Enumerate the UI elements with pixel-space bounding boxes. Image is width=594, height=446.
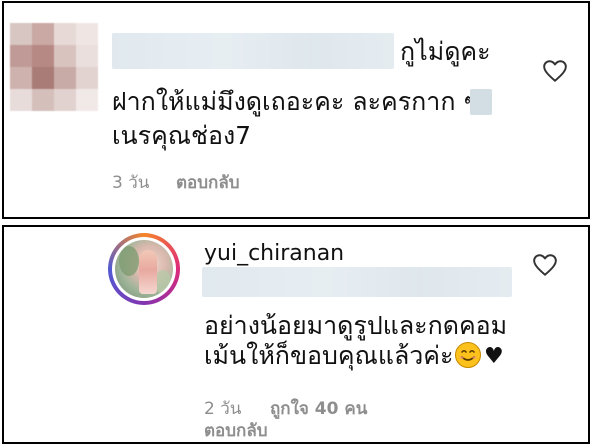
avatar-blurred[interactable] (10, 23, 98, 111)
comment-card-1: กูไม่ดูคะ ฝากให้แม่มึงดูเถอะคะ ละครกาก ๆ… (2, 1, 590, 219)
comment-text-line-2: เนรคุณช่อง7 (112, 121, 252, 150)
black-heart-icon: ♥ (484, 344, 504, 369)
comment-username[interactable]: yui_chiranan (204, 239, 344, 269)
screenshot-frame: กูไม่ดูคะ ฝากให้แม่มึงดูเถอะคะ ละครกาก ๆ… (0, 0, 594, 446)
username-redacted[interactable] (112, 33, 394, 69)
redacted-fragment (470, 89, 492, 115)
reply-button[interactable]: ตอบกลับ (204, 421, 268, 441)
avatar (115, 240, 173, 298)
heart-outline-icon[interactable] (532, 253, 558, 277)
heart-outline-icon[interactable] (542, 59, 568, 83)
avatar-story-ring[interactable] (108, 233, 180, 305)
comment-text-line-2: เม้นให้ก็ขอบคุณแล้วค่ะ (204, 341, 454, 370)
likes-count[interactable]: ถูกใจ 40 คน (270, 399, 367, 419)
mention-redacted[interactable] (202, 267, 512, 297)
comment-timestamp: 2 วัน (204, 399, 242, 419)
comment-timestamp: 3 วัน (112, 173, 150, 193)
smiling-face-emoji (455, 342, 481, 368)
comment-card-2: yui_chiranan อย่างน้อยมาดูรูปและกดคอม เม… (2, 225, 590, 444)
avatar-ring-gap (112, 237, 176, 301)
avatar-foliage (155, 270, 171, 294)
reply-button[interactable]: ตอบกลับ (176, 173, 240, 193)
avatar-person (139, 250, 157, 294)
comment-text-line-1: อย่างน้อยมาดูรูปและกดคอม (204, 311, 508, 340)
avatar-foliage (119, 246, 139, 276)
comment-text-line-1: ฝากให้แม่มึงดูเถอะคะ ละครกาก ๆ (112, 87, 477, 116)
comment-mention-suffix: กูไม่ดูคะ (400, 37, 491, 66)
